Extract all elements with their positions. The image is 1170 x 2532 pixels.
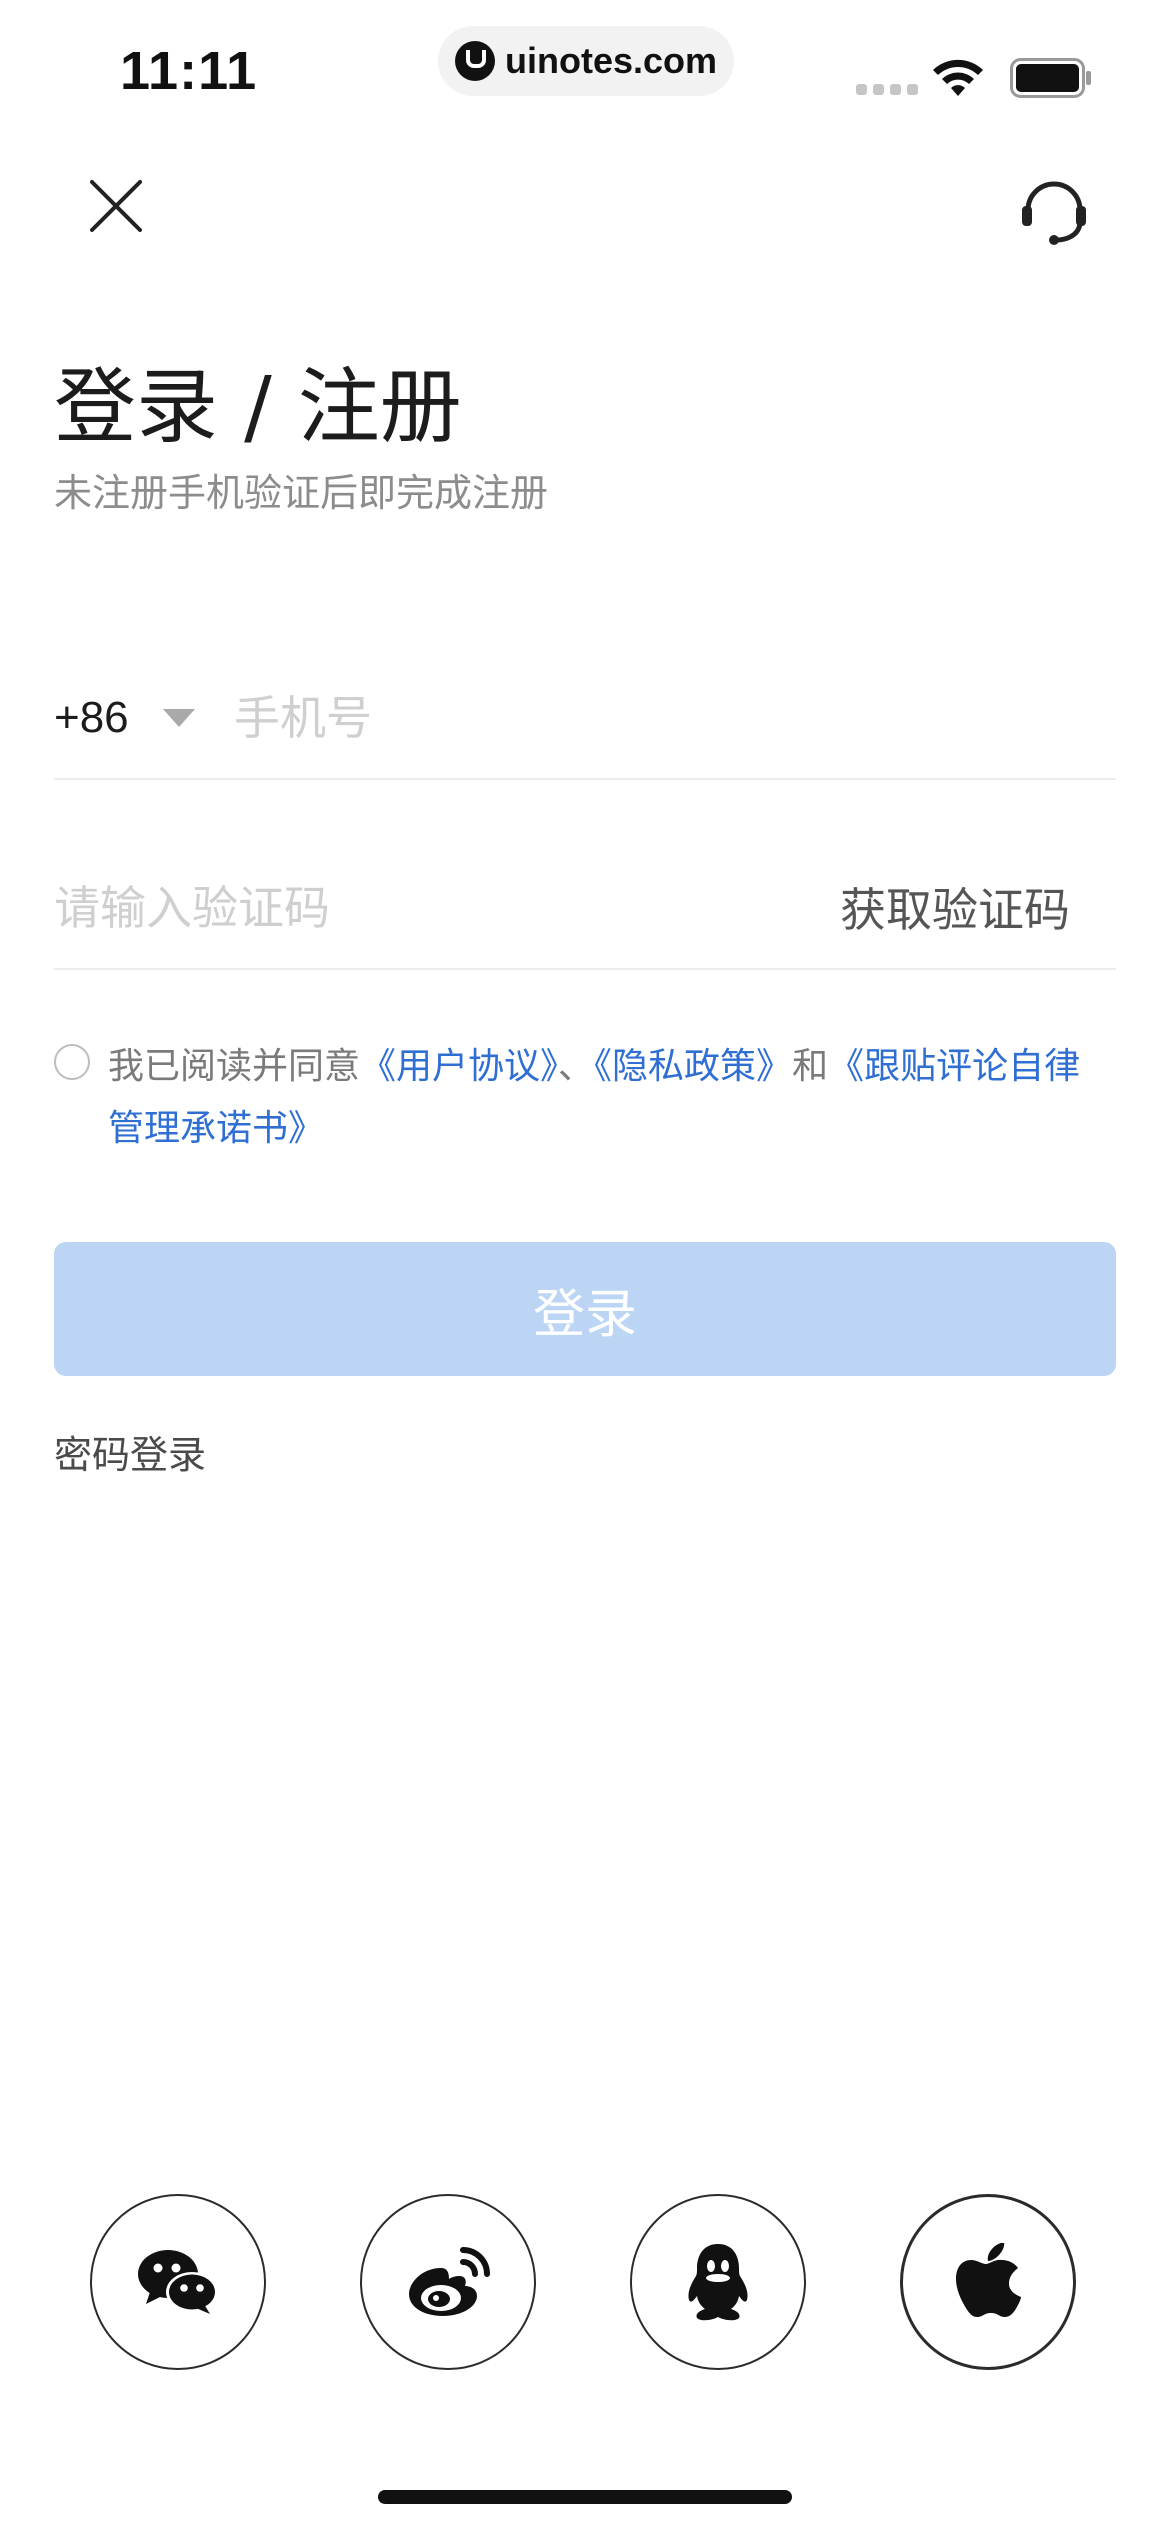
- qq-login-button[interactable]: [630, 2194, 806, 2370]
- verification-code-input[interactable]: [54, 870, 754, 946]
- wechat-icon: [138, 2250, 218, 2314]
- signal-icon: [856, 84, 918, 95]
- url-pill[interactable]: uinotes.com: [438, 26, 734, 96]
- password-login-link[interactable]: 密码登录: [54, 1424, 206, 1479]
- phone-input[interactable]: [234, 680, 1094, 756]
- url-text: uinotes.com: [504, 40, 718, 81]
- agreement-prefix: 我已阅读并同意: [108, 1046, 361, 1087]
- page-title: 登录 / 注册: [54, 360, 462, 455]
- country-code: +86: [54, 693, 129, 742]
- home-indicator[interactable]: [378, 2490, 792, 2504]
- agreement-checkbox[interactable]: [54, 1044, 90, 1080]
- get-code-button[interactable]: 获取验证码: [840, 874, 1070, 940]
- weibo-login-button[interactable]: [360, 2194, 536, 2370]
- status-time: 11:11: [120, 41, 258, 101]
- apple-login-button[interactable]: [900, 2194, 1076, 2370]
- apple-icon: [956, 2243, 1021, 2317]
- qq-icon: [688, 2244, 748, 2321]
- login-button[interactable]: 登录: [54, 1242, 1116, 1376]
- user-agreement-link[interactable]: 《用户协议》: [360, 1046, 558, 1087]
- weibo-icon: [409, 2247, 490, 2316]
- page-subtitle: 未注册手机验证后即完成注册: [54, 471, 549, 515]
- site-logo-icon: [454, 41, 495, 81]
- chevron-down-icon: [162, 709, 195, 727]
- divider: [54, 778, 1116, 780]
- wifi-icon: [933, 59, 983, 96]
- headset-icon[interactable]: [1016, 170, 1092, 246]
- divider: [54, 968, 1116, 970]
- agreement-separator: 、: [558, 1046, 595, 1087]
- close-icon[interactable]: [86, 176, 146, 236]
- privacy-policy-link[interactable]: 《隐私政策》: [594, 1046, 792, 1087]
- country-code-selector[interactable]: +86: [54, 690, 195, 746]
- agreement-text: 我已阅读并同意《用户协议》、《隐私政策》和《跟贴评论自律管理承诺书》: [108, 1036, 1108, 1160]
- wechat-login-button[interactable]: [90, 2194, 266, 2370]
- agreement-conjunction: 和: [792, 1046, 829, 1087]
- battery-icon: [1010, 58, 1091, 98]
